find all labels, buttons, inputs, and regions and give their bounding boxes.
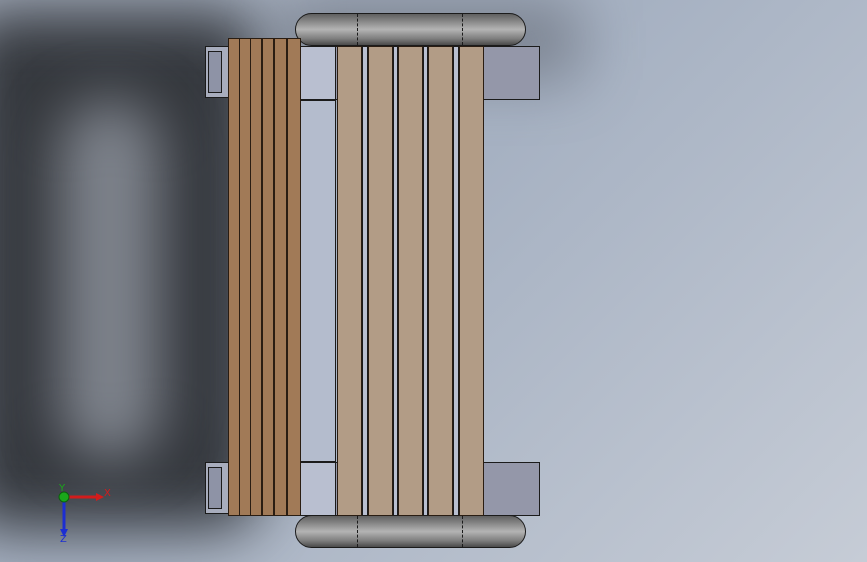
wood-slat[interactable] xyxy=(250,38,262,516)
support-post xyxy=(362,46,368,516)
bottom-tube[interactable] xyxy=(295,515,526,548)
support-post xyxy=(393,46,398,516)
wood-slat[interactable] xyxy=(368,46,393,516)
top-end-cap-inner xyxy=(208,51,222,93)
wood-slat[interactable] xyxy=(428,46,453,516)
wood-slat[interactable] xyxy=(398,46,423,516)
top-tube[interactable] xyxy=(295,13,526,46)
top-bracket-face xyxy=(300,46,336,100)
x-axis-label: X xyxy=(104,488,111,499)
3d-viewport[interactable]: X Y Z xyxy=(0,0,867,562)
floor-shadow-highlight xyxy=(60,100,160,460)
x-axis-arrowhead xyxy=(96,493,104,501)
wood-slat[interactable] xyxy=(459,46,484,516)
support-post xyxy=(453,46,459,516)
z-axis-label: Z xyxy=(60,534,67,544)
support-post xyxy=(423,46,428,516)
bottom-end-cap[interactable] xyxy=(205,462,229,514)
bottom-bracket-face xyxy=(300,462,336,516)
bottom-end-cap-inner xyxy=(208,467,222,509)
coordinate-triad: X Y Z xyxy=(58,484,111,544)
side-rail[interactable] xyxy=(300,100,336,462)
wood-slat[interactable] xyxy=(274,38,287,516)
y-axis-label: Y xyxy=(58,484,66,494)
wood-slat[interactable] xyxy=(262,38,274,516)
wood-slat[interactable] xyxy=(337,46,362,516)
top-end-cap[interactable] xyxy=(205,46,229,98)
wood-slat[interactable] xyxy=(287,38,301,516)
